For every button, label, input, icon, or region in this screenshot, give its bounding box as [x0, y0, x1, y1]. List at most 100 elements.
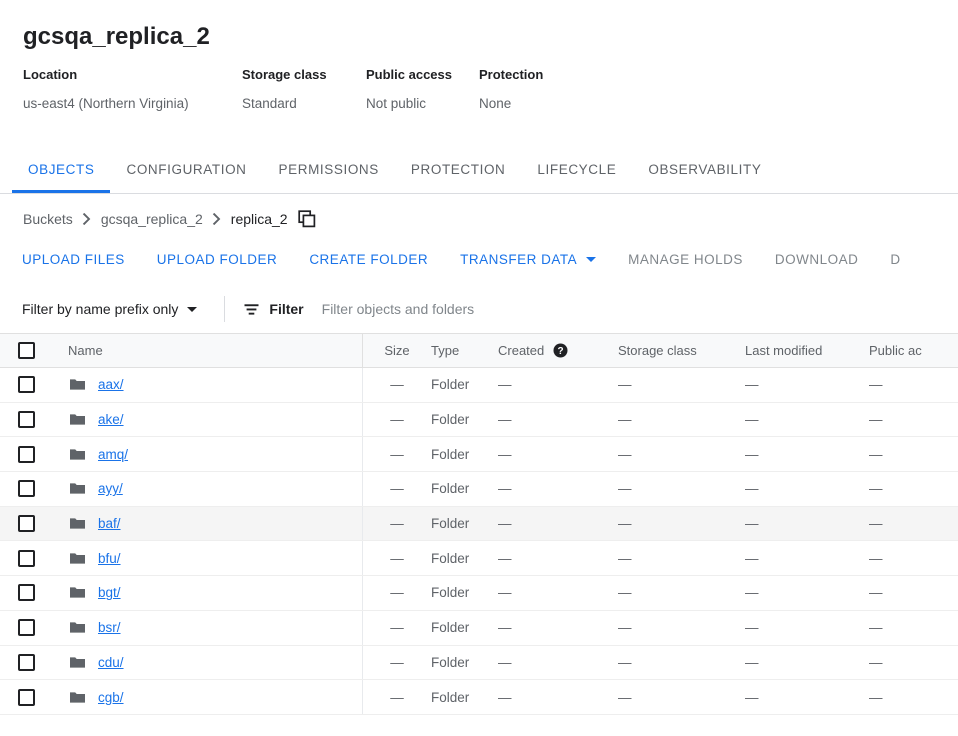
manage-holds-button[interactable]: MANAGE HOLDS: [628, 252, 743, 267]
table-row[interactable]: ayy/—Folder————: [0, 472, 958, 507]
column-header-last-modified[interactable]: Last modified: [745, 343, 869, 358]
column-header-created[interactable]: Created ?: [498, 343, 618, 358]
cell-storage-class: —: [618, 690, 745, 705]
column-header-storage-class[interactable]: Storage class: [618, 343, 745, 358]
object-name-link[interactable]: ayy/: [98, 481, 123, 496]
table-body: aax/—Folder————ake/—Folder————amq/—Folde…: [0, 368, 958, 715]
object-name-link[interactable]: cdu/: [98, 655, 124, 670]
cell-name: cdu/: [53, 646, 363, 680]
metadata-value: us-east4 (Northern Virginia): [23, 84, 242, 113]
transfer-data-button[interactable]: TRANSFER DATA: [460, 252, 596, 267]
folder-icon: [69, 619, 86, 636]
chevron-down-icon: [586, 257, 596, 262]
row-checkbox-cell: [0, 689, 53, 706]
object-name-link[interactable]: baf/: [98, 516, 121, 531]
table-row[interactable]: bfu/—Folder————: [0, 541, 958, 576]
tab-objects[interactable]: OBJECTS: [12, 145, 110, 193]
table-row[interactable]: ake/—Folder————: [0, 403, 958, 438]
filter-prefix-dropdown[interactable]: Filter by name prefix only: [22, 301, 197, 317]
row-checkbox-cell: [0, 654, 53, 671]
row-checkbox[interactable]: [18, 376, 35, 393]
select-all-checkbox[interactable]: [18, 342, 35, 359]
row-checkbox-cell: [0, 446, 53, 463]
cell-size: —: [363, 481, 431, 496]
column-header-name[interactable]: Name: [53, 334, 363, 367]
object-actions-toolbar: UPLOAD FILES UPLOAD FOLDER CREATE FOLDER…: [0, 239, 958, 279]
row-checkbox[interactable]: [18, 619, 35, 636]
cell-type: Folder: [431, 412, 498, 427]
help-icon[interactable]: ?: [553, 343, 568, 358]
row-checkbox[interactable]: [18, 550, 35, 567]
cell-last-modified: —: [745, 655, 869, 670]
cell-public-access: —: [869, 377, 958, 392]
filter-input[interactable]: [322, 301, 742, 317]
cell-name: aax/: [53, 368, 363, 402]
table-row[interactable]: cdu/—Folder————: [0, 646, 958, 681]
download-button[interactable]: DOWNLOAD: [775, 252, 859, 267]
cell-created: —: [498, 377, 618, 392]
cell-storage-class: —: [618, 620, 745, 635]
row-checkbox[interactable]: [18, 689, 35, 706]
object-name-link[interactable]: bfu/: [98, 551, 121, 566]
cell-created: —: [498, 447, 618, 462]
row-checkbox-cell: [0, 584, 53, 601]
breadcrumb-item-buckets[interactable]: Buckets: [23, 211, 73, 227]
metadata-value: Not public: [366, 84, 479, 113]
table-row[interactable]: bsr/—Folder————: [0, 611, 958, 646]
table-row[interactable]: cgb/—Folder————: [0, 680, 958, 715]
tab-protection[interactable]: PROTECTION: [395, 145, 522, 193]
table-row[interactable]: amq/—Folder————: [0, 437, 958, 472]
row-checkbox[interactable]: [18, 584, 35, 601]
cell-storage-class: —: [618, 585, 745, 600]
cell-created: —: [498, 655, 618, 670]
page-title: gcsqa_replica_2: [0, 0, 958, 52]
cell-created: —: [498, 516, 618, 531]
row-checkbox[interactable]: [18, 411, 35, 428]
metadata-storage-class: Storage class Standard: [242, 66, 366, 113]
upload-folder-button[interactable]: UPLOAD FOLDER: [157, 252, 278, 267]
table-row[interactable]: bgt/—Folder————: [0, 576, 958, 611]
row-checkbox[interactable]: [18, 480, 35, 497]
row-checkbox[interactable]: [18, 515, 35, 532]
object-name-link[interactable]: bgt/: [98, 585, 121, 600]
cell-public-access: —: [869, 447, 958, 462]
object-name-link[interactable]: bsr/: [98, 620, 121, 635]
cell-name: bfu/: [53, 541, 363, 575]
cell-size: —: [363, 690, 431, 705]
delete-button[interactable]: D: [890, 252, 900, 267]
column-header-type[interactable]: Type: [431, 343, 498, 358]
object-name-link[interactable]: ake/: [98, 412, 124, 427]
tab-lifecycle[interactable]: LIFECYCLE: [521, 145, 632, 193]
column-header-size[interactable]: Size: [363, 343, 431, 358]
cell-name: bsr/: [53, 611, 363, 645]
cell-type: Folder: [431, 655, 498, 670]
cell-size: —: [363, 377, 431, 392]
column-header-public-access[interactable]: Public ac: [869, 343, 958, 358]
tab-permissions[interactable]: PERMISSIONS: [263, 145, 395, 193]
cell-storage-class: —: [618, 655, 745, 670]
row-checkbox[interactable]: [18, 446, 35, 463]
tab-configuration[interactable]: CONFIGURATION: [110, 145, 262, 193]
copy-path-icon[interactable]: [298, 210, 316, 228]
transfer-data-label: TRANSFER DATA: [460, 252, 577, 267]
folder-icon: [69, 654, 86, 671]
breadcrumb-item-bucket-name[interactable]: gcsqa_replica_2: [101, 211, 203, 227]
cell-last-modified: —: [745, 516, 869, 531]
tab-observability[interactable]: OBSERVABILITY: [632, 145, 777, 193]
folder-icon: [69, 446, 86, 463]
table-row[interactable]: baf/—Folder————: [0, 507, 958, 542]
row-checkbox[interactable]: [18, 654, 35, 671]
object-name-link[interactable]: cgb/: [98, 690, 124, 705]
folder-icon: [69, 550, 86, 567]
cell-name: cgb/: [53, 680, 363, 714]
table-row[interactable]: aax/—Folder————: [0, 368, 958, 403]
cell-storage-class: —: [618, 481, 745, 496]
object-name-link[interactable]: amq/: [98, 447, 128, 462]
cell-public-access: —: [869, 585, 958, 600]
object-name-link[interactable]: aax/: [98, 377, 124, 392]
upload-files-button[interactable]: UPLOAD FILES: [22, 252, 125, 267]
create-folder-button[interactable]: CREATE FOLDER: [309, 252, 428, 267]
table-header-row: Name Size Type Created ? Storage class L…: [0, 333, 958, 368]
chevron-down-icon: [187, 307, 197, 312]
cell-public-access: —: [869, 481, 958, 496]
